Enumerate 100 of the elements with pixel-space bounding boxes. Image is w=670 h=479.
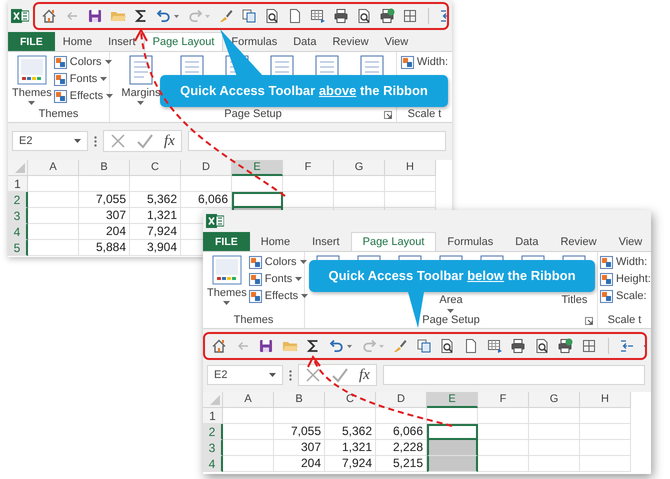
insert-function-button[interactable]: fx [359, 366, 370, 384]
file-tab[interactable]: FILE [8, 32, 55, 51]
drag-handle-icon[interactable] [289, 370, 292, 380]
column-header[interactable]: G [334, 160, 385, 176]
ribbon-tab[interactable]: Data [285, 32, 324, 51]
ribbon-button[interactable]: Themes [10, 55, 54, 105]
row-header[interactable]: 5 [8, 240, 28, 256]
column-header[interactable]: G [529, 392, 580, 408]
ribbon-tab[interactable]: Review [549, 232, 608, 251]
ribbon-tab[interactable]: Home [54, 32, 100, 51]
ribbon-tab[interactable]: Insert [301, 232, 351, 251]
table-cell [283, 176, 334, 192]
column-header[interactable]: H [385, 160, 436, 176]
ribbon-button[interactable]: Colors [54, 55, 114, 69]
insert-function-button[interactable]: fx [164, 132, 175, 150]
ribbon-button[interactable]: Height: [600, 272, 651, 286]
caret-icon [301, 294, 308, 298]
column-header[interactable]: E [232, 160, 283, 176]
row-header[interactable]: 2 [8, 192, 28, 208]
swatch-icon [54, 56, 67, 68]
column-header[interactable]: E [427, 392, 478, 408]
print-preview-icon[interactable] [534, 338, 550, 354]
column-header[interactable]: A [223, 392, 274, 408]
print-preview-icon[interactable] [264, 8, 280, 24]
grid-icon[interactable] [580, 338, 597, 354]
paintbrush-icon[interactable] [392, 338, 408, 354]
formula-input[interactable] [188, 131, 446, 151]
table-cell [529, 408, 580, 424]
ribbon-button[interactable]: Fonts [248, 272, 308, 286]
column-header[interactable]: D [376, 392, 427, 408]
ribbon-button[interactable]: Colors [248, 255, 308, 269]
ribbon-tab[interactable]: View [376, 32, 416, 51]
row-header[interactable]: 4 [8, 224, 28, 240]
ribbon-button[interactable]: Themes [205, 255, 249, 305]
table-cell [283, 192, 334, 208]
table-cell [580, 408, 631, 424]
swatch-icon [400, 56, 414, 68]
row-header[interactable]: 4 [203, 456, 223, 472]
column-header[interactable]: F [478, 392, 529, 408]
caret-icon [28, 101, 36, 105]
indent-icon[interactable] [619, 338, 636, 354]
row-header[interactable]: 3 [8, 208, 28, 224]
page-icon[interactable] [287, 8, 303, 24]
ribbon-tab[interactable]: Page Layout [144, 32, 224, 51]
undo-icon[interactable] [156, 8, 180, 24]
column-header[interactable]: B [79, 160, 130, 176]
save-icon[interactable] [258, 338, 274, 354]
launcher-icon[interactable] [384, 111, 392, 119]
column-header[interactable]: A [28, 160, 79, 176]
table-cell [232, 192, 283, 208]
ribbon-tab[interactable]: View [608, 232, 651, 251]
paintbrush-icon[interactable] [218, 8, 234, 24]
launcher-icon[interactable] [585, 317, 593, 325]
name-box[interactable]: E2 [12, 131, 88, 151]
table-cell: 5,362 [130, 192, 181, 208]
ribbon-button[interactable]: Effects [54, 89, 114, 103]
table-cell [427, 456, 478, 472]
ribbon-tab[interactable]: Page Layout [350, 232, 436, 251]
printer-check-icon[interactable] [557, 338, 574, 354]
home-icon[interactable] [211, 338, 227, 354]
copy-icon[interactable] [416, 338, 432, 354]
table-icon[interactable] [486, 338, 503, 354]
table-cell: 307 [274, 440, 325, 456]
ribbon-tab[interactable]: Formulas [436, 232, 504, 251]
ribbon-tab[interactable]: Review [324, 32, 377, 51]
file-tab[interactable]: FILE [203, 232, 250, 251]
ribbon-button[interactable]: Scale: [600, 289, 651, 303]
grid-icon[interactable] [402, 8, 418, 24]
ribbon-tab[interactable]: Data [504, 232, 550, 251]
row-header[interactable]: 3 [203, 440, 223, 456]
table-cell [334, 176, 385, 192]
ribbon-button[interactable]: Width: [400, 55, 448, 69]
row-header[interactable]: 1 [8, 176, 28, 192]
row-header[interactable]: 1 [203, 408, 223, 424]
ribbon-tab[interactable]: Home [250, 232, 302, 251]
column-header[interactable]: F [283, 160, 334, 176]
printer-check-icon[interactable] [379, 8, 395, 24]
ribbon-button[interactable]: Margins [119, 55, 163, 105]
column-header[interactable]: C [130, 160, 181, 176]
column-header[interactable]: B [274, 392, 325, 408]
undo-icon[interactable] [328, 338, 353, 354]
name-box[interactable]: E2 [207, 365, 283, 385]
table-cell [478, 408, 529, 424]
table-icon[interactable] [310, 8, 326, 24]
row-header[interactable]: 2 [203, 424, 223, 440]
save-icon[interactable] [87, 8, 103, 24]
ribbon-button[interactable]: Width: [600, 255, 651, 269]
ribbon-button[interactable]: Fonts [54, 72, 114, 86]
column-header[interactable]: D [181, 160, 232, 176]
printer-icon[interactable] [510, 338, 526, 354]
home-icon[interactable] [41, 8, 57, 24]
printer-icon[interactable] [333, 8, 349, 24]
ribbon-button[interactable]: Effects [248, 289, 308, 303]
print-preview-icon[interactable] [356, 8, 372, 24]
ribbon-tab[interactable]: Insert [100, 32, 144, 51]
formula-input[interactable] [382, 365, 645, 385]
column-header[interactable]: H [580, 392, 631, 408]
drag-handle-icon[interactable] [94, 136, 97, 146]
print-preview-icon[interactable] [439, 338, 456, 354]
copy-icon[interactable] [241, 8, 257, 24]
